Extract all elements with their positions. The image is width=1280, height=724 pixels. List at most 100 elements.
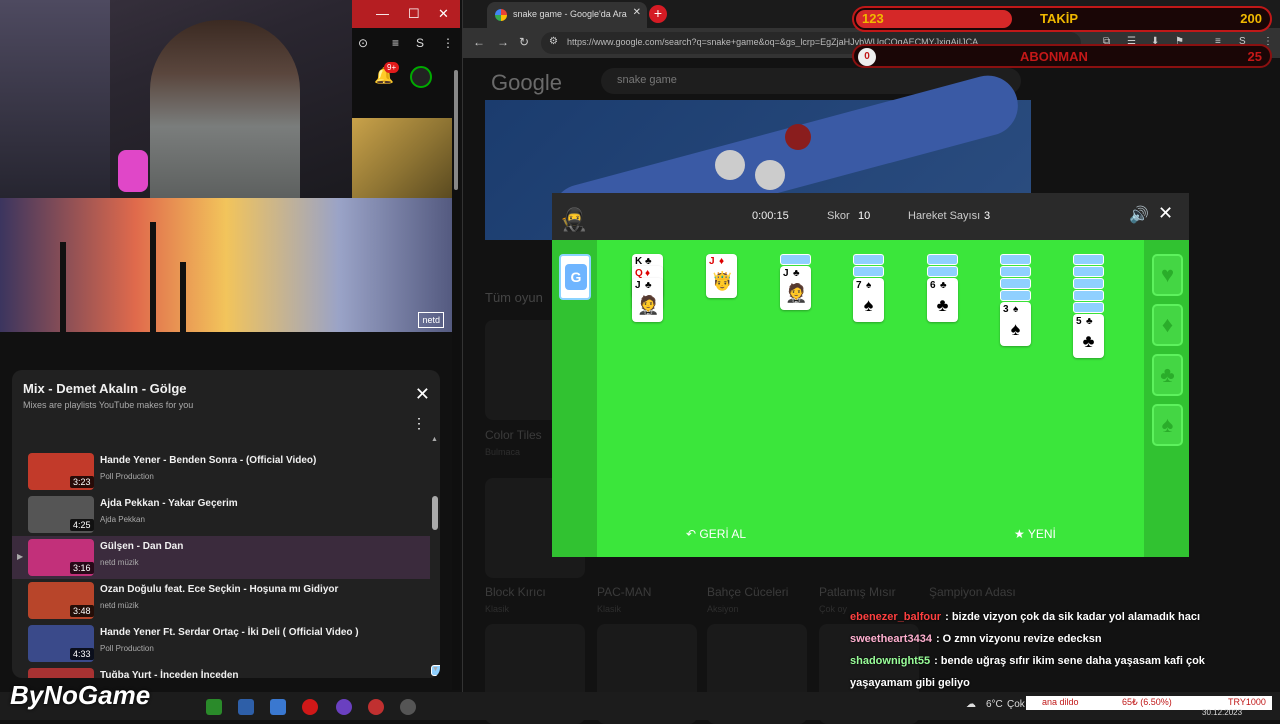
foundation-clubs-icon[interactable]: ♣ <box>1152 354 1183 396</box>
card-j-diamonds[interactable]: J ♦ 🤴 <box>706 254 737 298</box>
card-3-spades[interactable]: 3 ♠ ♠ <box>1000 302 1031 346</box>
game-name[interactable]: PAC-MAN <box>597 585 651 599</box>
follow-label: TAKİP <box>1040 11 1079 26</box>
microphone <box>118 150 148 192</box>
app-icon[interactable] <box>400 699 416 715</box>
weather-temp[interactable]: 6°C <box>986 699 1003 710</box>
face-down-card <box>1000 290 1031 301</box>
game-name[interactable]: Patlamış Mısır <box>819 585 896 599</box>
subscriber-goal-bar: 0 ABONMAN 25 <box>852 44 1272 68</box>
avatar[interactable] <box>410 66 432 88</box>
jack-face-icon: 🤴 <box>711 271 734 291</box>
app-icon[interactable] <box>336 699 352 715</box>
more-options-icon[interactable]: ⋮ <box>412 415 426 432</box>
list-item[interactable]: 3:23 Hande Yener - Benden Sonra - (Offic… <box>12 450 430 493</box>
list-item[interactable]: 4:25 Ajda Pekkan - Yakar Geçerim Ajda Pe… <box>12 493 430 536</box>
playlist-scrollbar[interactable]: ▲ ▼ <box>430 436 440 678</box>
face-down-card <box>1000 266 1031 277</box>
card-j-clubs[interactable]: J ♣ 🤵 <box>632 278 663 322</box>
close-icon[interactable]: ✕ <box>438 6 449 22</box>
star-icon: ★ <box>1014 527 1028 541</box>
ticker-amount: 65₺ (6.50%) <box>1122 697 1172 707</box>
video-player[interactable]: netd <box>0 198 452 332</box>
video-channel: netd müzik <box>100 601 139 610</box>
close-tab-icon[interactable]: ✕ <box>633 7 641 18</box>
app-icon[interactable] <box>270 699 286 715</box>
maximize-icon[interactable]: ☐ <box>408 6 420 22</box>
video-preview <box>352 118 452 198</box>
video-channel: Poll Production <box>100 644 154 653</box>
face-down-card <box>1000 254 1031 265</box>
game-name[interactable]: Block Kırıcı <box>485 585 546 599</box>
card-6-clubs[interactable]: 6 ♣ ♣ <box>927 278 958 322</box>
game-header: 🥷 0:00:15 Skor 10 Hareket Sayısı 3 🔊 ✕ <box>552 193 1189 240</box>
foundation-diamonds-icon[interactable]: ♦ <box>1152 304 1183 346</box>
video-title: Ozan Doğulu feat. Ece Seçkin - Hoşuna mı… <box>100 584 339 595</box>
new-tab-button[interactable]: + <box>649 5 667 23</box>
video-channel: netd müzik <box>100 558 139 567</box>
scrollbar-thumb[interactable] <box>454 70 458 190</box>
card-7-spades[interactable]: 7 ♠ ♠ <box>853 278 884 322</box>
google-logo[interactable]: Google <box>491 70 562 96</box>
new-game-button[interactable]: ★ YENİ <box>1014 527 1056 541</box>
weather-icon[interactable]: ☁ <box>966 699 976 710</box>
app-icon[interactable] <box>238 699 254 715</box>
app-icon[interactable] <box>368 699 384 715</box>
scroll-down-icon[interactable]: ▼ <box>431 665 440 676</box>
game-name[interactable]: Color Tiles <box>485 428 542 442</box>
palm-silhouette <box>60 242 66 332</box>
spade-icon: ♠ <box>863 295 874 315</box>
video-title: Tuğba Yurt - İnceden İnceden <box>100 670 239 678</box>
app-icon[interactable] <box>206 699 222 715</box>
list-item-now-playing[interactable]: ▶ 3:16 Gülşen - Dan Dan netd müzik <box>12 536 430 579</box>
minimize-icon[interactable]: — <box>376 6 389 21</box>
close-icon[interactable]: ✕ <box>1158 203 1173 224</box>
foundation-spades-icon[interactable]: ♠ <box>1152 404 1183 446</box>
game-name[interactable]: Bahçe Cüceleri <box>707 585 788 599</box>
extension-icon[interactable]: S <box>416 36 424 50</box>
tab-google-search[interactable]: snake game - Google'da Ara ✕ <box>487 2 647 28</box>
game-genre: Aksiyon <box>707 604 739 614</box>
game-genre: Klasik <box>597 604 622 614</box>
card-j-clubs[interactable]: J ♣ 🤵 <box>780 266 811 310</box>
tab-title: snake game - Google'da Ara <box>513 9 627 19</box>
card-5-clubs[interactable]: 5 ♣ ♣ <box>1073 314 1104 358</box>
new-game-label: YENİ <box>1027 527 1056 541</box>
list-item[interactable]: 4:33 Hande Yener Ft. Serdar Ortaç - İki … <box>12 622 430 665</box>
stock-pile[interactable]: G <box>559 254 591 300</box>
weather-text[interactable]: Çok <box>1007 699 1025 710</box>
back-icon[interactable]: ← <box>473 35 485 49</box>
list-item[interactable]: 3:48 Ozan Doğulu feat. Ece Seçkin - Hoşu… <box>12 579 430 622</box>
channel-logo: netd <box>418 312 444 328</box>
playlist-title: Mix - Demet Akalın - Gölge <box>23 381 187 396</box>
scrollbar-thumb[interactable] <box>432 496 438 530</box>
forward-icon[interactable]: → <box>497 35 509 49</box>
undo-button[interactable]: ↶ GERİ AL <box>686 527 746 541</box>
playlist-icon[interactable]: ≡ <box>392 36 399 50</box>
playlist-subtitle: Mixes are playlists YouTube makes for yo… <box>23 400 194 410</box>
face-down-card <box>1073 290 1104 301</box>
page-scrollbar[interactable] <box>452 60 460 690</box>
face-down-card <box>1073 266 1104 277</box>
chat-message: ebenezer_balfour: bizde vizyon çok da si… <box>850 606 1270 628</box>
search-query: snake game <box>617 74 677 86</box>
foundation-hearts-icon[interactable]: ♥ <box>1152 254 1183 296</box>
brand-watermark: ByNoGame <box>10 680 151 710</box>
sound-icon[interactable]: 🔊 <box>1129 205 1149 225</box>
site-info-icon[interactable]: ⚙ <box>549 36 558 47</box>
menu-dots-icon[interactable]: ⋮ <box>442 36 454 50</box>
now-playing-icon: ▶ <box>17 552 24 561</box>
list-item[interactable]: Tuğba Yurt - İnceden İnceden <box>12 665 430 678</box>
game-name[interactable]: Şampiyon Adası <box>929 585 1016 599</box>
scroll-up-icon[interactable]: ▲ <box>431 436 438 443</box>
cast-icon[interactable]: ⊙ <box>358 36 368 50</box>
video-title: Hande Yener Ft. Serdar Ortaç - İki Deli … <box>100 627 359 638</box>
club-icon: ♣ <box>936 295 949 315</box>
opera-icon[interactable] <box>302 699 318 715</box>
face-down-card <box>780 254 811 265</box>
sub-label: ABONMAN <box>1020 49 1088 64</box>
reload-icon[interactable]: ↻ <box>519 35 529 49</box>
duration-badge: 3:23 <box>70 476 94 488</box>
close-icon[interactable]: ✕ <box>415 384 430 405</box>
clock-date[interactable]: 30.12.2023 <box>1202 708 1242 717</box>
